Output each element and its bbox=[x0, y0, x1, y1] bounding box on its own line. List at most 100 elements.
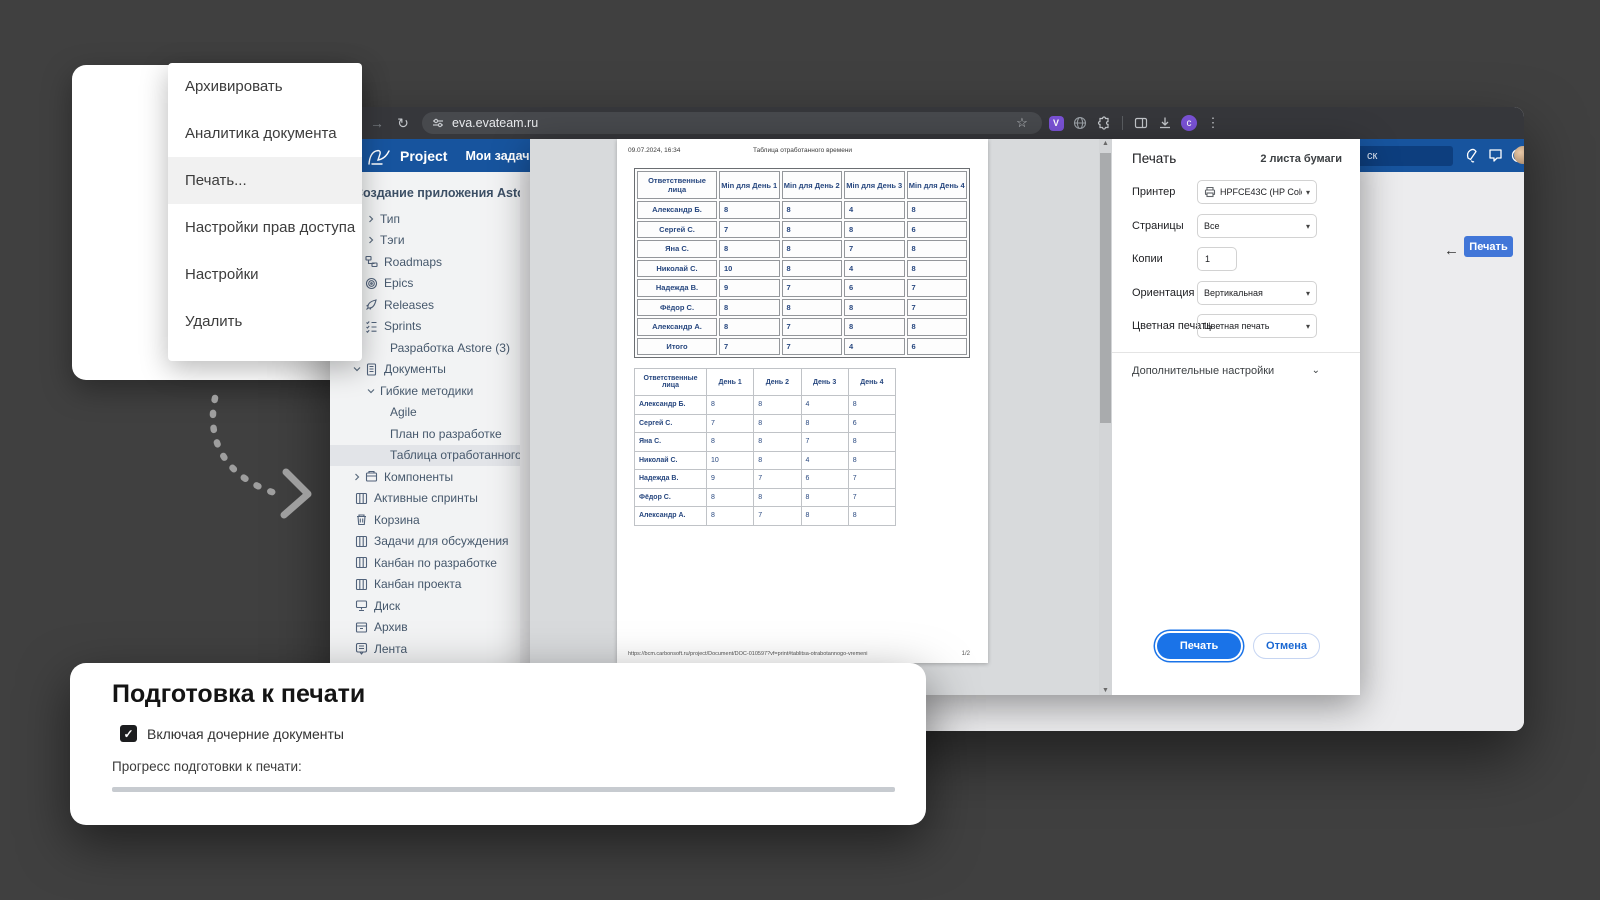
hours-cell: 9 bbox=[719, 279, 780, 297]
sidebar-item[interactable]: Гибкие методики bbox=[330, 380, 520, 401]
hours-cell: 8 bbox=[848, 396, 895, 415]
globe-extension-icon[interactable] bbox=[1070, 113, 1090, 133]
sidebar-item-label: Канбан проекта bbox=[374, 577, 461, 591]
notifications-bell-icon[interactable] bbox=[1464, 147, 1481, 164]
table-header-cell: Ответственные лица bbox=[637, 171, 717, 199]
sidebar-item[interactable]: Диск bbox=[330, 595, 520, 616]
hours-cell: 8 bbox=[754, 451, 801, 470]
printer-select[interactable]: HPFCE43C (HP Color La▾ bbox=[1197, 180, 1317, 204]
person-name-cell: Александр А. bbox=[637, 318, 717, 336]
menu-item[interactable]: Настройки bbox=[168, 251, 362, 298]
disk-icon bbox=[352, 599, 370, 612]
hours-cell: 4 bbox=[801, 451, 848, 470]
worked-time-table-1: Ответственные лицаMin для День 1Min для … bbox=[634, 168, 970, 358]
dashed-arrow bbox=[182, 390, 332, 530]
table-header-cell: День 1 bbox=[707, 369, 754, 396]
sidebar-item[interactable]: Архив bbox=[330, 617, 520, 638]
setting-select[interactable]: Вертикальная▾ bbox=[1197, 281, 1317, 305]
cancel-button[interactable]: Отмена bbox=[1253, 633, 1320, 659]
browser-menu-icon[interactable]: ⋮ bbox=[1203, 113, 1223, 133]
hours-cell: 8 bbox=[754, 414, 801, 433]
extension-v-icon[interactable]: V bbox=[1046, 113, 1066, 133]
notes-icon[interactable] bbox=[1487, 147, 1504, 164]
side-panel-icon[interactable] bbox=[1131, 113, 1151, 133]
sidebar-item[interactable]: Корзина bbox=[330, 509, 520, 530]
url-text[interactable]: eva.evateam.ru bbox=[452, 116, 1004, 130]
menu-item[interactable]: Аналитика документа bbox=[168, 110, 362, 157]
table-header-cell: Min для День 4 bbox=[907, 171, 968, 199]
setting-select[interactable]: Все▾ bbox=[1197, 214, 1317, 238]
print-dialog-title: Печать bbox=[1132, 151, 1176, 166]
sidebar-item-label: Разработка Astore (3) bbox=[390, 341, 510, 355]
menu-item[interactable]: Удалить bbox=[168, 298, 362, 345]
chevron-right-icon[interactable] bbox=[352, 473, 362, 481]
bookmark-star-icon[interactable]: ☆ bbox=[1012, 113, 1032, 133]
table-header-cell: День 4 bbox=[848, 369, 895, 396]
hours-cell: 8 bbox=[848, 507, 895, 526]
print-button[interactable]: Печать bbox=[1157, 633, 1241, 659]
app-logo-text[interactable]: Project bbox=[400, 148, 447, 164]
reload-icon[interactable]: ↻ bbox=[392, 115, 414, 132]
person-name-cell: Надежда В. bbox=[635, 470, 707, 489]
person-name-cell: Итого bbox=[637, 338, 717, 356]
sidebar-item[interactable]: Канбан проекта bbox=[330, 574, 520, 595]
more-settings-toggle[interactable]: Дополнительные настройки bbox=[1132, 365, 1274, 377]
forward-icon[interactable]: → bbox=[366, 115, 388, 131]
preview-scrollbar[interactable]: ▲ ▼ bbox=[1099, 139, 1112, 695]
menu-item[interactable]: Архивировать bbox=[168, 63, 362, 110]
project-title[interactable]: Создание приложения Astore bbox=[354, 186, 520, 200]
toolbar-separator bbox=[1122, 116, 1123, 130]
address-bar[interactable]: eva.evateam.ru ☆ bbox=[422, 112, 1042, 134]
include-children-checkbox[interactable]: ✓ bbox=[120, 725, 137, 742]
scrollbar-thumb[interactable] bbox=[1100, 153, 1111, 423]
person-name-cell: Надежда В. bbox=[637, 279, 717, 297]
print-setting-row: Цветная печатьЦветная печать▾ bbox=[1112, 314, 1360, 338]
chevron-down-icon[interactable] bbox=[366, 387, 376, 395]
table-row: Сергей С.7886 bbox=[637, 221, 967, 239]
sidebar-item[interactable]: Agile bbox=[330, 402, 520, 423]
sidebar-item[interactable]: Таблица отработанного времени bbox=[330, 445, 520, 466]
chevron-right-icon[interactable] bbox=[366, 236, 376, 244]
person-name-cell: Сергей С. bbox=[637, 221, 717, 239]
hours-cell: 6 bbox=[907, 221, 968, 239]
sidebar-item[interactable]: Лента bbox=[330, 638, 520, 659]
scroll-up-icon[interactable]: ▲ bbox=[1099, 140, 1112, 147]
select-caret-icon: ▾ bbox=[1306, 322, 1310, 331]
menu-item[interactable]: Печать... bbox=[168, 157, 362, 204]
hours-cell: 7 bbox=[719, 338, 780, 356]
hours-cell: 7 bbox=[801, 433, 848, 452]
profile-avatar-icon[interactable]: c bbox=[1179, 113, 1199, 133]
hours-cell: 8 bbox=[707, 488, 754, 507]
hours-cell: 8 bbox=[907, 240, 968, 258]
back-arrow[interactable]: ← bbox=[1444, 242, 1459, 259]
sidebar-item[interactable]: Задачи для обсуждения bbox=[330, 531, 520, 552]
archive-icon bbox=[352, 621, 370, 634]
sidebar-item[interactable]: Документы bbox=[330, 359, 520, 380]
table-row: Николай С.10848 bbox=[635, 451, 896, 470]
setting-select[interactable]: Цветная печать▾ bbox=[1197, 314, 1317, 338]
setting-label: Принтер bbox=[1132, 186, 1175, 198]
chevron-down-icon[interactable]: ⌄ bbox=[1312, 365, 1320, 376]
hours-cell: 8 bbox=[782, 240, 843, 258]
hours-cell: 8 bbox=[707, 396, 754, 415]
hours-cell: 8 bbox=[754, 433, 801, 452]
sidebar-item[interactable]: Канбан по разработке bbox=[330, 552, 520, 573]
downloads-icon[interactable] bbox=[1155, 113, 1175, 133]
sidebar-item-label: Releases bbox=[384, 298, 434, 312]
sidebar-item-label: Тип bbox=[380, 212, 400, 226]
nav-my-tasks[interactable]: Мои задачи bbox=[465, 149, 537, 163]
extensions-puzzle-icon[interactable] bbox=[1094, 113, 1114, 133]
site-settings-icon[interactable] bbox=[432, 117, 444, 129]
menu-item[interactable]: Настройки прав доступа bbox=[168, 204, 362, 251]
document-context-menu: АрхивироватьАналитика документаПечать...… bbox=[168, 63, 362, 361]
copies-input[interactable]: 1 bbox=[1197, 247, 1237, 271]
sidebar-item[interactable]: Активные спринты bbox=[330, 488, 520, 509]
chevron-right-icon[interactable] bbox=[366, 215, 376, 223]
hours-cell: 7 bbox=[848, 470, 895, 489]
page-print-button[interactable]: Печать bbox=[1464, 236, 1513, 257]
table-header-cell: День 2 bbox=[754, 369, 801, 396]
scroll-down-icon[interactable]: ▼ bbox=[1099, 687, 1112, 694]
chevron-down-icon[interactable] bbox=[352, 365, 362, 373]
sidebar-item[interactable]: Компоненты bbox=[330, 466, 520, 487]
sidebar-item[interactable]: План по разработке bbox=[330, 423, 520, 444]
